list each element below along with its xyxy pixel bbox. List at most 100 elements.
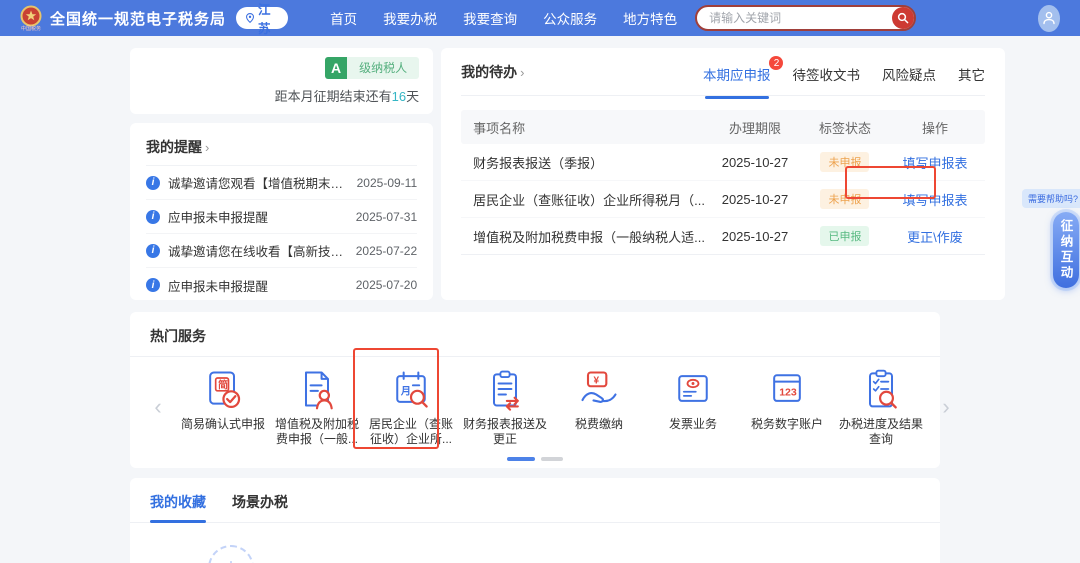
info-icon: i <box>146 210 160 224</box>
svg-text:简: 简 <box>218 379 228 392</box>
todo-item-name: 财务报表报送（季报） <box>461 153 705 172</box>
taxpayer-grade-badge[interactable]: A 级纳税人 <box>325 57 419 79</box>
service-vat-declare[interactable]: 增值税及附加税费申报（一般... <box>270 367 364 447</box>
correct-void-link[interactable]: 更正\作废 <box>907 230 963 245</box>
nav-item-local-features[interactable]: 地方特色 <box>623 8 677 28</box>
carousel-prev-icon[interactable]: ‹ <box>150 396 166 418</box>
reminder-text[interactable]: 应申报未申报提醒 <box>168 207 348 226</box>
doc-jian-check-icon: 简 <box>201 367 245 411</box>
interaction-button[interactable]: 征纳互动 <box>1053 212 1079 288</box>
svg-text:123: 123 <box>779 386 797 398</box>
reminders-card: 我的提醒› i 诚挚邀请您观看【增值税期末留抵退... 2025-09-11 i… <box>130 123 433 300</box>
service-tax-payment[interactable]: ¥ 税费缴纳 <box>552 367 646 447</box>
region-label: 江苏 <box>258 0 278 37</box>
todo-card: 我的待办› 本期应申报 2 待签收文书 风险疑点 其它 事项名称 办理期限 标签… <box>441 48 1005 300</box>
reminder-item: i 应申报未申报提醒 2025-07-20 <box>146 268 417 302</box>
service-label: 财务报表报送及更正 <box>458 417 552 447</box>
tab-current-declarations[interactable]: 本期应申报 2 <box>703 64 771 84</box>
carousel-dots <box>507 457 563 461</box>
fill-declaration-link[interactable]: 填写申报表 <box>902 156 967 171</box>
top-navigation-bar: 中国税务 全国统一规范电子税务局 江苏 首页 我要办税 我要查询 公众服务 地方… <box>0 0 1080 36</box>
service-label: 增值税及附加税费申报（一般... <box>270 417 364 447</box>
countdown-days: 16 <box>392 89 406 104</box>
todo-item-deadline: 2025-10-27 <box>705 192 805 207</box>
search-input[interactable] <box>695 5 916 31</box>
site-title: 全国统一规范电子税务局 <box>50 8 226 29</box>
logo-subtitle: 中国税务 <box>21 27 41 32</box>
search-icon <box>897 12 909 24</box>
grade-letter: A <box>325 57 347 79</box>
service-simple-confirm-declare[interactable]: 简 简易确认式申报 <box>176 367 270 447</box>
add-favorite-button[interactable]: + <box>208 545 254 563</box>
service-finance-report-submit[interactable]: 财务报表报送及更正 <box>458 367 552 447</box>
taxpayer-profile-card: A 级纳税人 距本月征期结束还有16天 <box>130 48 433 114</box>
todo-title[interactable]: 我的待办› <box>461 62 524 82</box>
service-progress-result-query[interactable]: 办税进度及结果查询 <box>834 367 928 447</box>
info-icon: i <box>146 176 160 190</box>
svg-text:¥: ¥ <box>594 376 600 387</box>
service-invoice-business[interactable]: 发票业务 <box>646 367 740 447</box>
table-row: 财务报表报送（季报） 2025-10-27 未申报 填写申报表 <box>461 144 985 181</box>
region-selector[interactable]: 江苏 <box>236 7 288 29</box>
carousel-dot[interactable] <box>541 457 563 461</box>
tab-scenario-tax[interactable]: 场景办税 <box>232 492 288 512</box>
reminders-title[interactable]: 我的提醒› <box>146 137 417 157</box>
filing-period-countdown: 距本月征期结束还有16天 <box>275 86 420 105</box>
nav-item-query[interactable]: 我要查询 <box>463 8 517 28</box>
status-badge: 未申报 <box>820 189 869 209</box>
reminder-item: i 诚挚邀请您在线收看【高新技术企业... 2025-07-22 <box>146 234 417 268</box>
chevron-right-icon: › <box>205 140 209 155</box>
search-box <box>695 5 916 31</box>
reminder-text[interactable]: 诚挚邀请您在线收看【高新技术企业... <box>168 241 348 260</box>
help-tooltip: 需要帮助吗? <box>1022 189 1080 208</box>
nav-item-home[interactable]: 首页 <box>330 8 357 28</box>
user-avatar[interactable] <box>1038 5 1060 32</box>
service-items: 简 简易确认式申报 增值税及附加税费申报（一般. <box>166 367 938 447</box>
service-label: 居民企业（查账征收）企业所... <box>364 417 458 447</box>
main-nav: 首页 我要办税 我要查询 公众服务 地方特色 <box>330 8 677 28</box>
service-digital-tax-account[interactable]: 123 税务数字账户 <box>740 367 834 447</box>
clipboard-swap-icon <box>483 367 527 411</box>
reminder-text[interactable]: 应申报未申报提醒 <box>168 276 348 295</box>
hot-services-title: 热门服务 <box>150 326 920 346</box>
tab-my-favorites[interactable]: 我的收藏 <box>150 492 206 512</box>
user-icon <box>1041 10 1057 26</box>
carousel-next-icon[interactable]: › <box>938 396 954 418</box>
clipboard-search-icon <box>859 367 903 411</box>
reminder-item: i 应申报未申报提醒 2025-07-31 <box>146 200 417 234</box>
svg-text:月: 月 <box>400 386 411 398</box>
service-label: 办税进度及结果查询 <box>834 417 928 447</box>
tab-count-badge: 2 <box>769 56 783 70</box>
calendar-search-icon: 月 <box>389 367 433 411</box>
calendar-123-icon: 123 <box>765 367 809 411</box>
service-label: 发票业务 <box>669 417 717 432</box>
todo-item-name: 居民企业（查账征收）企业所得税月（... <box>461 190 705 209</box>
table-row: 居民企业（查账征收）企业所得税月（... 2025-10-27 未申报 填写申报… <box>461 181 985 218</box>
tab-other[interactable]: 其它 <box>958 64 985 84</box>
favorites-tabs: 我的收藏 场景办税 <box>150 492 920 512</box>
plus-icon: + <box>224 554 238 563</box>
reminder-item: i 诚挚邀请您观看【增值税期末留抵退... 2025-09-11 <box>146 166 417 200</box>
reminder-text[interactable]: 诚挚邀请您观看【增值税期末留抵退... <box>168 173 349 192</box>
fill-declaration-link[interactable]: 填写申报表 <box>902 193 967 208</box>
national-emblem-icon <box>20 5 42 27</box>
table-row: 增值税及附加税费申报（一般纳税人适... 2025-10-27 已申报 更正\作… <box>461 218 985 255</box>
doc-person-icon <box>295 367 339 411</box>
tab-risk-points[interactable]: 风险疑点 <box>882 64 936 84</box>
location-pin-icon <box>246 12 254 24</box>
search-button[interactable] <box>892 7 914 29</box>
invoice-eye-icon <box>671 367 715 411</box>
todo-item-deadline: 2025-10-27 <box>705 229 805 244</box>
chevron-right-icon: › <box>520 65 524 80</box>
nav-item-public-service[interactable]: 公众服务 <box>543 8 597 28</box>
todo-item-deadline: 2025-10-27 <box>705 155 805 170</box>
hot-services-card: 热门服务 ‹ 简 简易确认式申报 <box>130 312 940 468</box>
service-resident-enterprise-income-tax[interactable]: 月 居民企业（查账征收）企业所... <box>364 367 458 447</box>
carousel-dot[interactable] <box>507 457 535 461</box>
tab-documents-to-sign[interactable]: 待签收文书 <box>792 64 860 84</box>
reminder-date: 2025-07-31 <box>356 210 417 224</box>
info-icon: i <box>146 278 160 292</box>
favorites-card: 我的收藏 场景办税 + <box>130 478 940 563</box>
status-badge: 已申报 <box>820 226 869 246</box>
nav-item-handle-tax[interactable]: 我要办税 <box>383 8 437 28</box>
